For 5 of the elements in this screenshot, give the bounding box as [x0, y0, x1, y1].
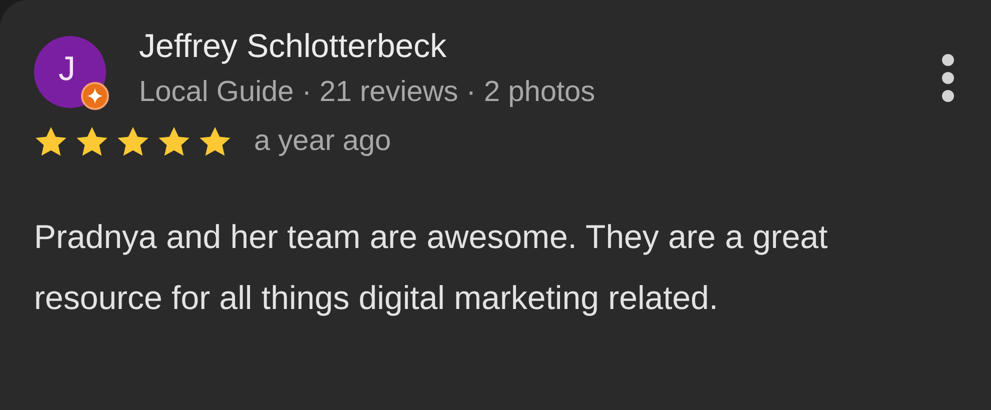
reviewer-meta: Local Guide · 21 reviews · 2 photos: [139, 75, 596, 110]
reviewer-name[interactable]: Jeffrey Schlotterbeck: [139, 26, 941, 66]
review-text: Pradnya and her team are awesome. They are a great resource for all things digital marketing related.: [34, 216, 829, 318]
more-options-button[interactable]: [941, 54, 955, 102]
review-time: a year ago: [254, 124, 392, 159]
